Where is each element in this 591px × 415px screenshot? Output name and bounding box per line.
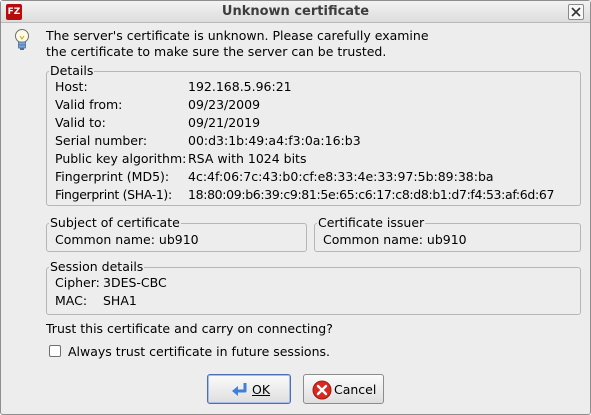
cipher-label: Cipher: <box>55 275 100 290</box>
ok-label: OK <box>252 382 271 397</box>
ok-button[interactable]: OK <box>207 374 291 404</box>
detail-row-valid-from: Valid from: 09/23/2009 <box>55 97 260 112</box>
lightbulb-icon <box>15 29 29 50</box>
subject-common-name: Common name: ub910 <box>55 232 199 247</box>
detail-value: 09/23/2009 <box>188 97 261 112</box>
cipher-value: 3DES-CBC <box>103 275 167 290</box>
detail-label: Valid from: <box>55 97 123 112</box>
cancel-label: Cancel <box>334 382 377 397</box>
detail-row-valid-to: Valid to: 09/21/2019 <box>55 115 260 130</box>
detail-row-md5: Fingerprint (MD5): 4c:4f:06:7c:43:b0:cf:… <box>55 169 494 184</box>
cancel-icon <box>312 380 332 400</box>
issuer-legend: Certificate issuer <box>318 215 425 230</box>
detail-row-public-key: Public key algorithm: RSA with 1024 bits <box>55 151 306 166</box>
close-button[interactable] <box>568 4 584 20</box>
always-trust-checkbox[interactable] <box>49 345 61 357</box>
detail-label: Public key algorithm: <box>55 151 187 166</box>
detail-row-sha1: Fingerprint (SHA-1): 18:80:09:b6:39:c9:8… <box>55 187 554 202</box>
detail-row-serial: Serial number: 00:d3:1b:49:a4:f3:0a:16:b… <box>55 133 361 148</box>
intro-text: The server's certificate is unknown. Ple… <box>46 28 429 60</box>
session-cipher-row: Cipher: 3DES-CBC <box>55 275 167 290</box>
issuer-common-name: Common name: ub910 <box>323 232 467 247</box>
detail-value: 09/21/2019 <box>188 115 261 130</box>
dialog-window: FZ Unknown certificate The server's cert… <box>0 0 591 415</box>
session-mac-row: MAC: SHA1 <box>55 293 137 308</box>
return-arrow-icon <box>232 383 247 396</box>
detail-value: 192.168.5.96:21 <box>188 79 292 94</box>
detail-row-host: Host: 192.168.5.96:21 <box>55 79 292 94</box>
cancel-button[interactable]: Cancel <box>303 374 384 404</box>
detail-label: Host: <box>55 79 88 94</box>
detail-label: Fingerprint (SHA-1): <box>55 187 172 202</box>
detail-label: Valid to: <box>55 115 106 130</box>
title-bar: FZ Unknown certificate <box>1 1 590 23</box>
always-trust-label[interactable]: Always trust certificate in future sessi… <box>68 344 330 359</box>
detail-value: 18:80:09:b6:39:c9:81:5e:65:c6:17:c8:d8:b… <box>188 187 555 202</box>
intro-line-2: the certificate to make sure the server … <box>46 44 387 59</box>
detail-value: 00:d3:1b:49:a4:f3:0a:16:b3 <box>188 133 361 148</box>
session-legend: Session details <box>50 259 144 274</box>
subject-legend: Subject of certificate <box>50 215 180 230</box>
detail-label: Serial number: <box>55 133 148 148</box>
window-title: Unknown certificate <box>221 4 370 19</box>
mac-label: MAC: <box>55 293 88 308</box>
detail-value: 4c:4f:06:7c:43:b0:cf:e8:33:4e:33:97:5b:8… <box>188 169 494 184</box>
close-icon <box>571 7 581 17</box>
mac-value: SHA1 <box>103 293 137 308</box>
details-legend: Details <box>50 63 94 78</box>
intro-line-1: The server's certificate is unknown. Ple… <box>46 28 429 43</box>
detail-value: RSA with 1024 bits <box>188 151 307 166</box>
trust-question: Trust this certificate and carry on conn… <box>46 321 333 336</box>
detail-label: Fingerprint (MD5): <box>55 169 170 184</box>
